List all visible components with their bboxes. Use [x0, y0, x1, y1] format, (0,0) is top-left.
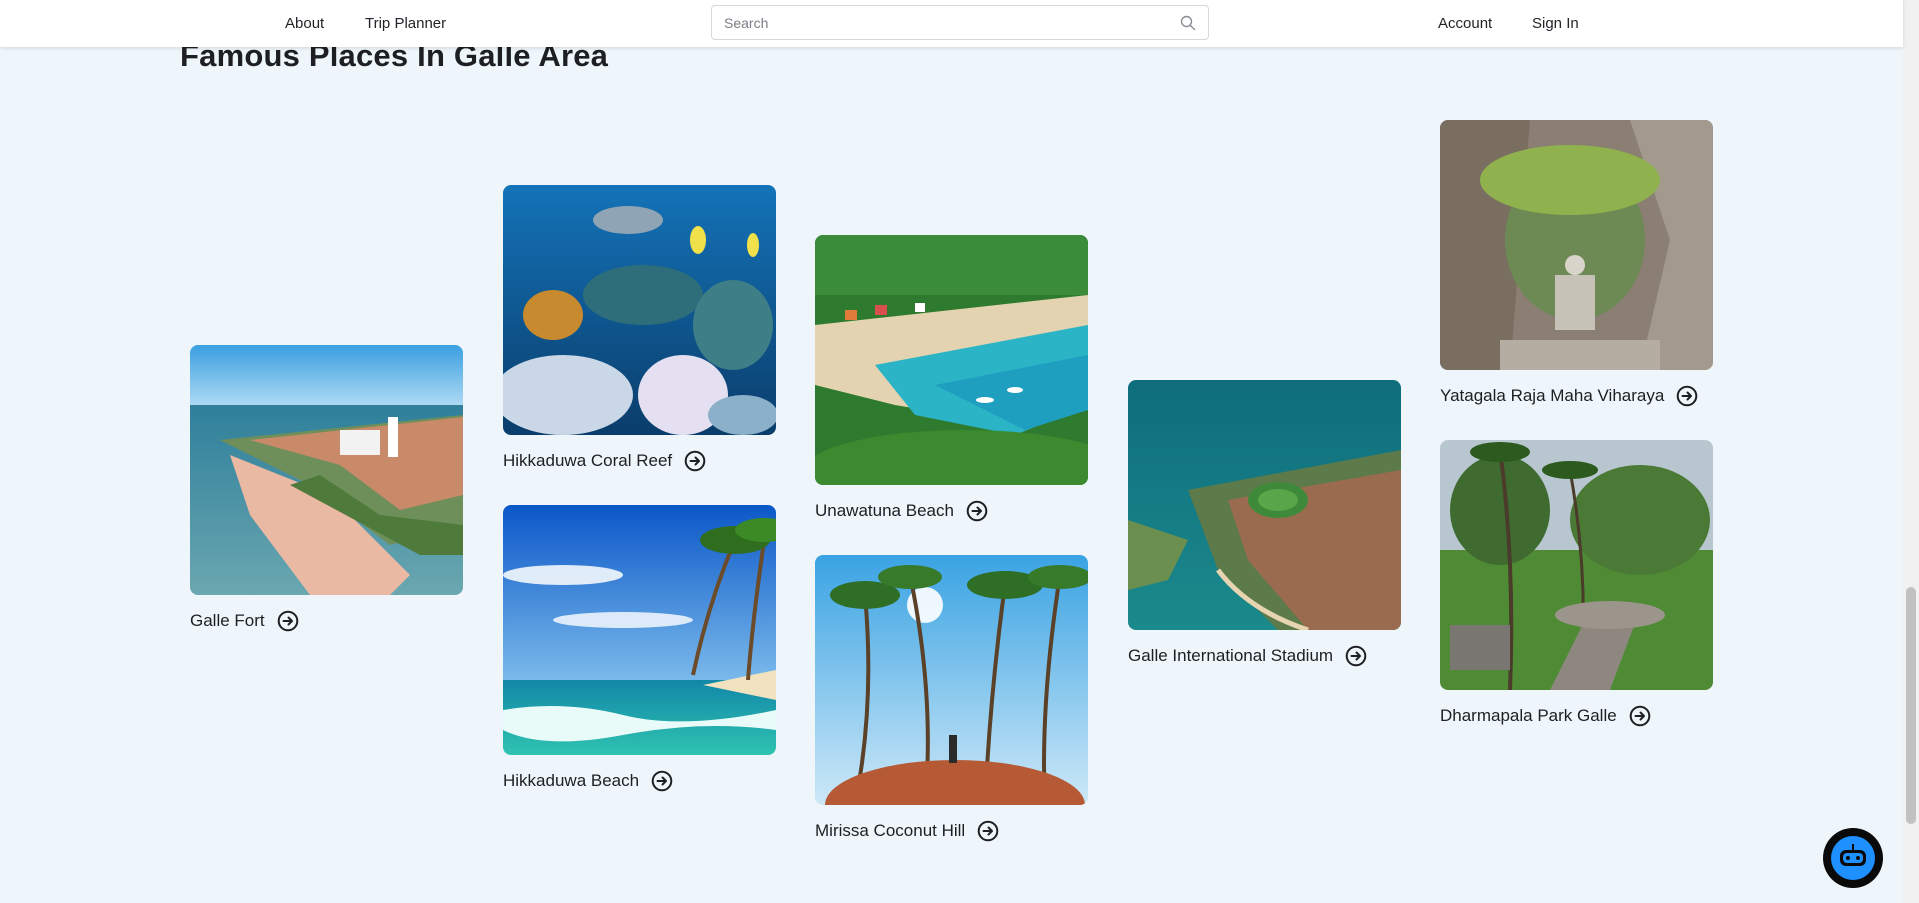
arrow-right-circle-icon[interactable]	[966, 500, 988, 522]
chatbot-icon	[1831, 836, 1875, 880]
scrollbar-thumb[interactable]	[1906, 587, 1916, 824]
nav-link-sign-in[interactable]: Sign In	[1532, 15, 1579, 32]
nav-link-trip-planner[interactable]: Trip Planner	[365, 15, 446, 32]
arrow-right-circle-icon[interactable]	[277, 610, 299, 632]
arrow-right-circle-icon[interactable]	[1345, 645, 1367, 667]
place-card-yatagala-raja-maha-viharaya[interactable]: Yatagala Raja Maha Viharaya	[1440, 120, 1713, 408]
nav-link-account[interactable]: Account	[1438, 15, 1492, 32]
arrow-right-circle-icon[interactable]	[684, 450, 706, 472]
place-card-mirissa-coconut-hill[interactable]: Mirissa Coconut Hill	[815, 555, 1088, 843]
search-icon[interactable]	[1180, 15, 1196, 31]
place-name[interactable]: Unawatuna Beach	[815, 501, 954, 521]
place-card-unawatuna-beach[interactable]: Unawatuna Beach	[815, 235, 1088, 523]
arrow-right-circle-icon[interactable]	[1629, 705, 1651, 727]
place-name[interactable]: Hikkaduwa Coral Reef	[503, 451, 672, 471]
place-image-hikkaduwa-beach[interactable]	[503, 505, 776, 755]
arrow-right-circle-icon[interactable]	[1676, 385, 1698, 407]
place-name[interactable]: Hikkaduwa Beach	[503, 771, 639, 791]
place-card-dharmapala-park-galle[interactable]: Dharmapala Park Galle	[1440, 440, 1713, 728]
place-image-galle-fort[interactable]	[190, 345, 463, 595]
arrow-right-circle-icon[interactable]	[977, 820, 999, 842]
place-image-hikkaduwa-coral-reef[interactable]	[503, 185, 776, 435]
place-card-galle-international-stadium[interactable]: Galle International Stadium	[1128, 380, 1401, 668]
place-image-galle-international-stadium[interactable]	[1128, 380, 1401, 630]
place-image-unawatuna-beach[interactable]	[815, 235, 1088, 485]
arrow-right-circle-icon[interactable]	[651, 770, 673, 792]
place-image-yatagala-raja-maha-viharaya[interactable]	[1440, 120, 1713, 370]
place-card-galle-fort[interactable]: Galle Fort	[190, 345, 463, 633]
place-name[interactable]: Mirissa Coconut Hill	[815, 821, 965, 841]
place-name[interactable]: Galle International Stadium	[1128, 646, 1333, 666]
search-input[interactable]	[712, 6, 1172, 39]
place-image-dharmapala-park-galle[interactable]	[1440, 440, 1713, 690]
top-navbar: About Trip Planner Account Sign In	[0, 0, 1903, 47]
place-card-hikkaduwa-beach[interactable]: Hikkaduwa Beach	[503, 505, 776, 793]
place-name[interactable]: Galle Fort	[190, 611, 265, 631]
nav-link-about[interactable]: About	[285, 15, 324, 32]
search-box	[711, 5, 1209, 40]
place-image-mirissa-coconut-hill[interactable]	[815, 555, 1088, 805]
place-name[interactable]: Dharmapala Park Galle	[1440, 706, 1617, 726]
place-card-hikkaduwa-coral-reef[interactable]: Hikkaduwa Coral Reef	[503, 185, 776, 473]
place-name[interactable]: Yatagala Raja Maha Viharaya	[1440, 386, 1664, 406]
chatbot-button[interactable]	[1823, 828, 1883, 888]
